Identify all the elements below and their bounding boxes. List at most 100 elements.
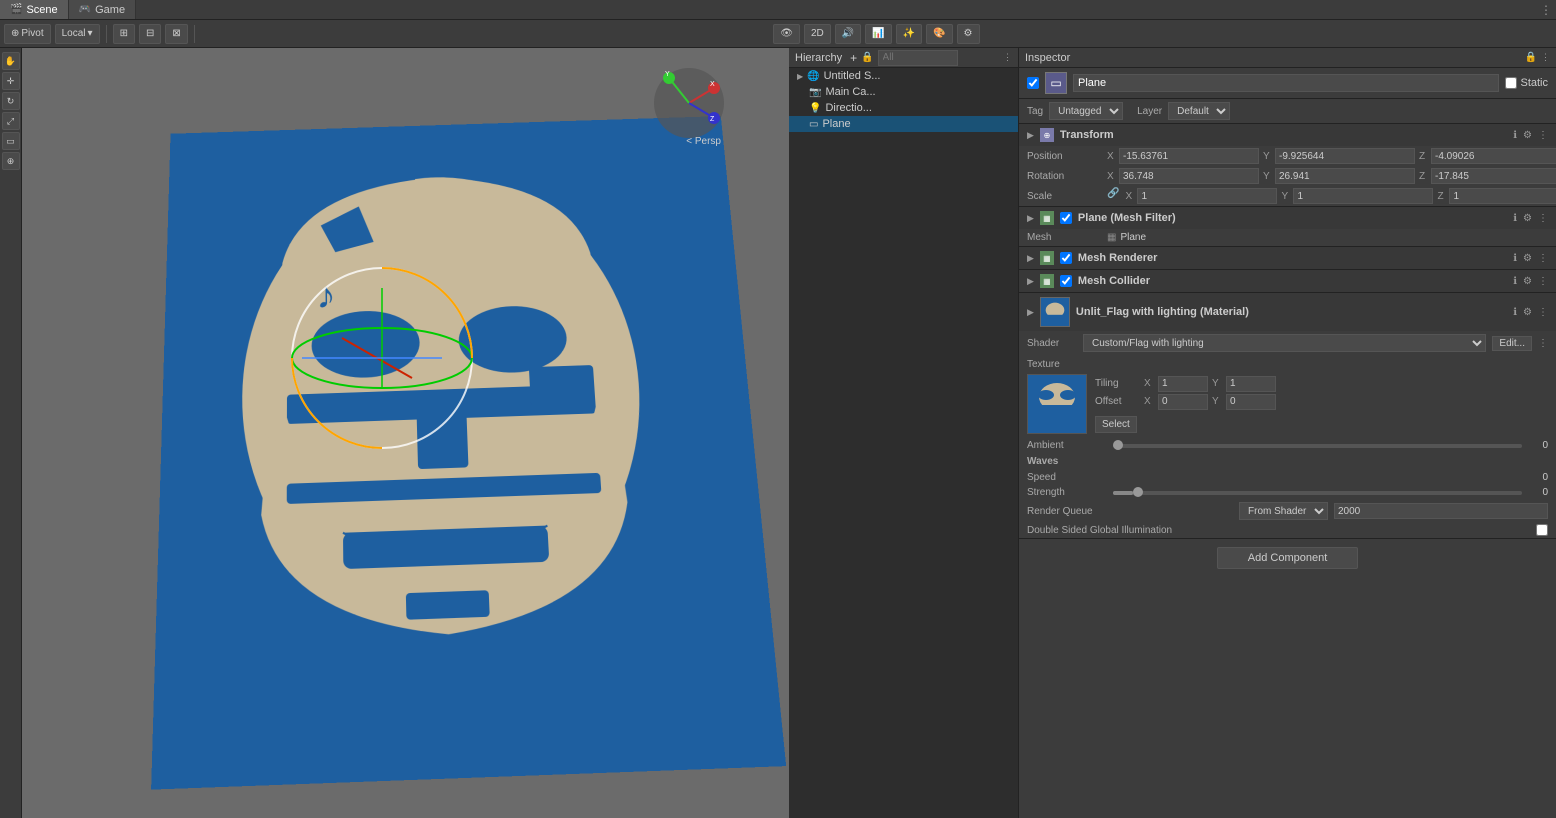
scene-viewport[interactable]: ♪	[22, 48, 789, 818]
texture-select-button[interactable]: Select	[1095, 416, 1137, 433]
double-sided-checkbox[interactable]	[1536, 524, 1548, 536]
rot-y-input[interactable]	[1275, 168, 1415, 184]
material-info-icon[interactable]: ℹ	[1513, 307, 1517, 318]
tag-dropdown[interactable]: Untagged	[1049, 102, 1123, 120]
shader-more-icon[interactable]: ⋮	[1538, 338, 1548, 349]
strength-thumb[interactable]	[1133, 487, 1143, 497]
multi-tool[interactable]: ⊕	[2, 152, 20, 170]
scale-link-icon[interactable]: 🔗	[1107, 188, 1119, 204]
rot-x-input[interactable]	[1119, 168, 1259, 184]
mesh-collider-info-icon[interactable]: ℹ	[1513, 276, 1517, 287]
render-button[interactable]: 🎨	[926, 24, 952, 44]
scene-hierarchy-icon: 🌐	[807, 71, 819, 82]
align-button[interactable]: ⊠	[165, 24, 187, 44]
hierarchy-item-maincamera[interactable]: 📷 Main Ca...	[789, 84, 1018, 100]
mesh-renderer-settings-icon[interactable]: ⚙	[1523, 253, 1532, 264]
transform-arrow-icon: ▶	[1027, 130, 1034, 141]
tab-scene[interactable]: 🎬 Scene	[0, 0, 69, 19]
offset-row: Offset X Y	[1095, 394, 1548, 410]
transform-more-icon[interactable]: ⋮	[1538, 130, 1548, 141]
effects-button[interactable]: ✨	[896, 24, 922, 44]
scale-x-field: X	[1125, 188, 1277, 204]
material-more-icon[interactable]: ⋮	[1538, 307, 1548, 318]
mesh-renderer-info-icon[interactable]: ℹ	[1513, 253, 1517, 264]
layer-dropdown[interactable]: Default	[1168, 102, 1230, 120]
hierarchy-add-button[interactable]: +	[850, 51, 857, 65]
rotate-tool[interactable]: ↻	[2, 92, 20, 110]
shader-edit-button[interactable]: Edit...	[1492, 336, 1532, 351]
pivot-button[interactable]: ⊕ Pivot	[4, 24, 51, 44]
mesh-filter-enabled[interactable]	[1060, 212, 1072, 224]
transform-header[interactable]: ▶ ⊕ Transform ℹ ⚙ ⋮	[1019, 124, 1556, 146]
scale-tool[interactable]: ⤢	[2, 112, 20, 130]
material-settings-icon[interactable]: ⚙	[1523, 307, 1532, 318]
scale-z-input[interactable]	[1449, 188, 1556, 204]
render-queue-value-input[interactable]	[1334, 503, 1548, 519]
rot-z-input[interactable]	[1431, 168, 1556, 184]
texture-thumbnail[interactable]	[1027, 374, 1087, 434]
mesh-renderer-enabled[interactable]	[1060, 252, 1072, 264]
stats-button[interactable]: 📊	[865, 24, 891, 44]
object-enabled-checkbox[interactable]	[1027, 77, 1039, 89]
shader-dropdown[interactable]: Custom/Flag with lighting	[1083, 334, 1486, 352]
mesh-collider-enabled[interactable]	[1060, 275, 1072, 287]
material-component: ▶ Unlit_Flag with lighting (Material) ℹ …	[1019, 293, 1556, 539]
tab-game[interactable]: 🎮 Game	[69, 0, 136, 19]
speed-row: Speed 0	[1019, 470, 1556, 485]
inspector-menu-icon[interactable]: ⋮	[1541, 52, 1550, 63]
mesh-field: Mesh ▦ Plane	[1019, 229, 1556, 246]
mesh-collider-header[interactable]: ▶ ▦ Mesh Collider ℹ ⚙ ⋮	[1019, 270, 1556, 292]
hierarchy-item-untitled[interactable]: ▶ 🌐 Untitled S...	[789, 68, 1018, 84]
strength-slider[interactable]	[1113, 491, 1522, 495]
object-name-input[interactable]	[1073, 74, 1499, 92]
offset-x-input[interactable]	[1158, 394, 1208, 410]
pos-z-input[interactable]	[1431, 148, 1556, 164]
add-component-button[interactable]: Add Component	[1217, 547, 1359, 569]
pos-x-input[interactable]	[1119, 148, 1259, 164]
render-queue-dropdown[interactable]: From Shader	[1239, 502, 1328, 520]
transform-settings-icon[interactable]: ⚙	[1523, 130, 1532, 141]
hierarchy-item-plane[interactable]: ▭ Plane	[789, 116, 1018, 132]
scale-y-input[interactable]	[1293, 188, 1433, 204]
scale-x-input[interactable]	[1137, 188, 1277, 204]
hierarchy-lock-icon[interactable]: 🔒	[861, 52, 873, 63]
move-tool[interactable]: ✛	[2, 72, 20, 90]
mesh-collider-more-icon[interactable]: ⋮	[1538, 276, 1548, 287]
material-header[interactable]: ▶ Unlit_Flag with lighting (Material) ℹ …	[1019, 293, 1556, 331]
mode2d-button[interactable]: 2D	[804, 24, 831, 44]
mesh-filter-settings-icon[interactable]: ⚙	[1523, 213, 1532, 224]
view-button[interactable]: 👁	[773, 24, 800, 44]
mesh-filter-icon: ▦	[1040, 211, 1054, 225]
mesh-filter-more-icon[interactable]: ⋮	[1538, 213, 1548, 224]
audio-button[interactable]: 🔊	[835, 24, 861, 44]
mesh-value: ▦ Plane	[1107, 232, 1146, 243]
mesh-renderer-header[interactable]: ▶ ▦ Mesh Renderer ℹ ⚙ ⋮	[1019, 247, 1556, 269]
hierarchy-search-input[interactable]	[878, 50, 958, 66]
mesh-collider-settings-icon[interactable]: ⚙	[1523, 276, 1532, 287]
grid-button[interactable]: ⊞	[113, 24, 135, 44]
tiling-x-input[interactable]	[1158, 376, 1208, 392]
local-button[interactable]: Local ▾	[55, 24, 100, 44]
grid2-button[interactable]: ⊟	[139, 24, 161, 44]
navigation-gizmo[interactable]: X Y Z	[649, 63, 729, 143]
tiling-y-input[interactable]	[1226, 376, 1276, 392]
mesh-renderer-more-icon[interactable]: ⋮	[1538, 253, 1548, 264]
chevron-down-icon: ▾	[88, 28, 93, 39]
hierarchy-menu-icon[interactable]: ⋮	[1003, 52, 1012, 63]
ambient-thumb[interactable]	[1113, 440, 1123, 450]
transform-info-icon[interactable]: ℹ	[1513, 130, 1517, 141]
settings-button[interactable]: ⚙	[957, 24, 980, 44]
more-options-icon[interactable]: ⋮	[1540, 3, 1552, 17]
offset-y-input[interactable]	[1226, 394, 1276, 410]
pos-y-input[interactable]	[1275, 148, 1415, 164]
mesh-filter-info-icon[interactable]: ℹ	[1513, 213, 1517, 224]
hierarchy-panel: Hierarchy + 🔒 ⋮ ▶ 🌐 Untitled S... 📷 Main…	[789, 48, 1019, 818]
render-queue-row: Render Queue From Shader	[1019, 500, 1556, 522]
hierarchy-item-directional[interactable]: 💡 Directio...	[789, 100, 1018, 116]
inspector-lock-icon[interactable]: 🔒	[1525, 52, 1537, 63]
hand-tool[interactable]: ✋	[2, 52, 20, 70]
rect-tool[interactable]: ▭	[2, 132, 20, 150]
mesh-filter-header[interactable]: ▶ ▦ Plane (Mesh Filter) ℹ ⚙ ⋮	[1019, 207, 1556, 229]
ambient-slider[interactable]	[1113, 444, 1522, 448]
static-checkbox[interactable]	[1505, 77, 1517, 89]
